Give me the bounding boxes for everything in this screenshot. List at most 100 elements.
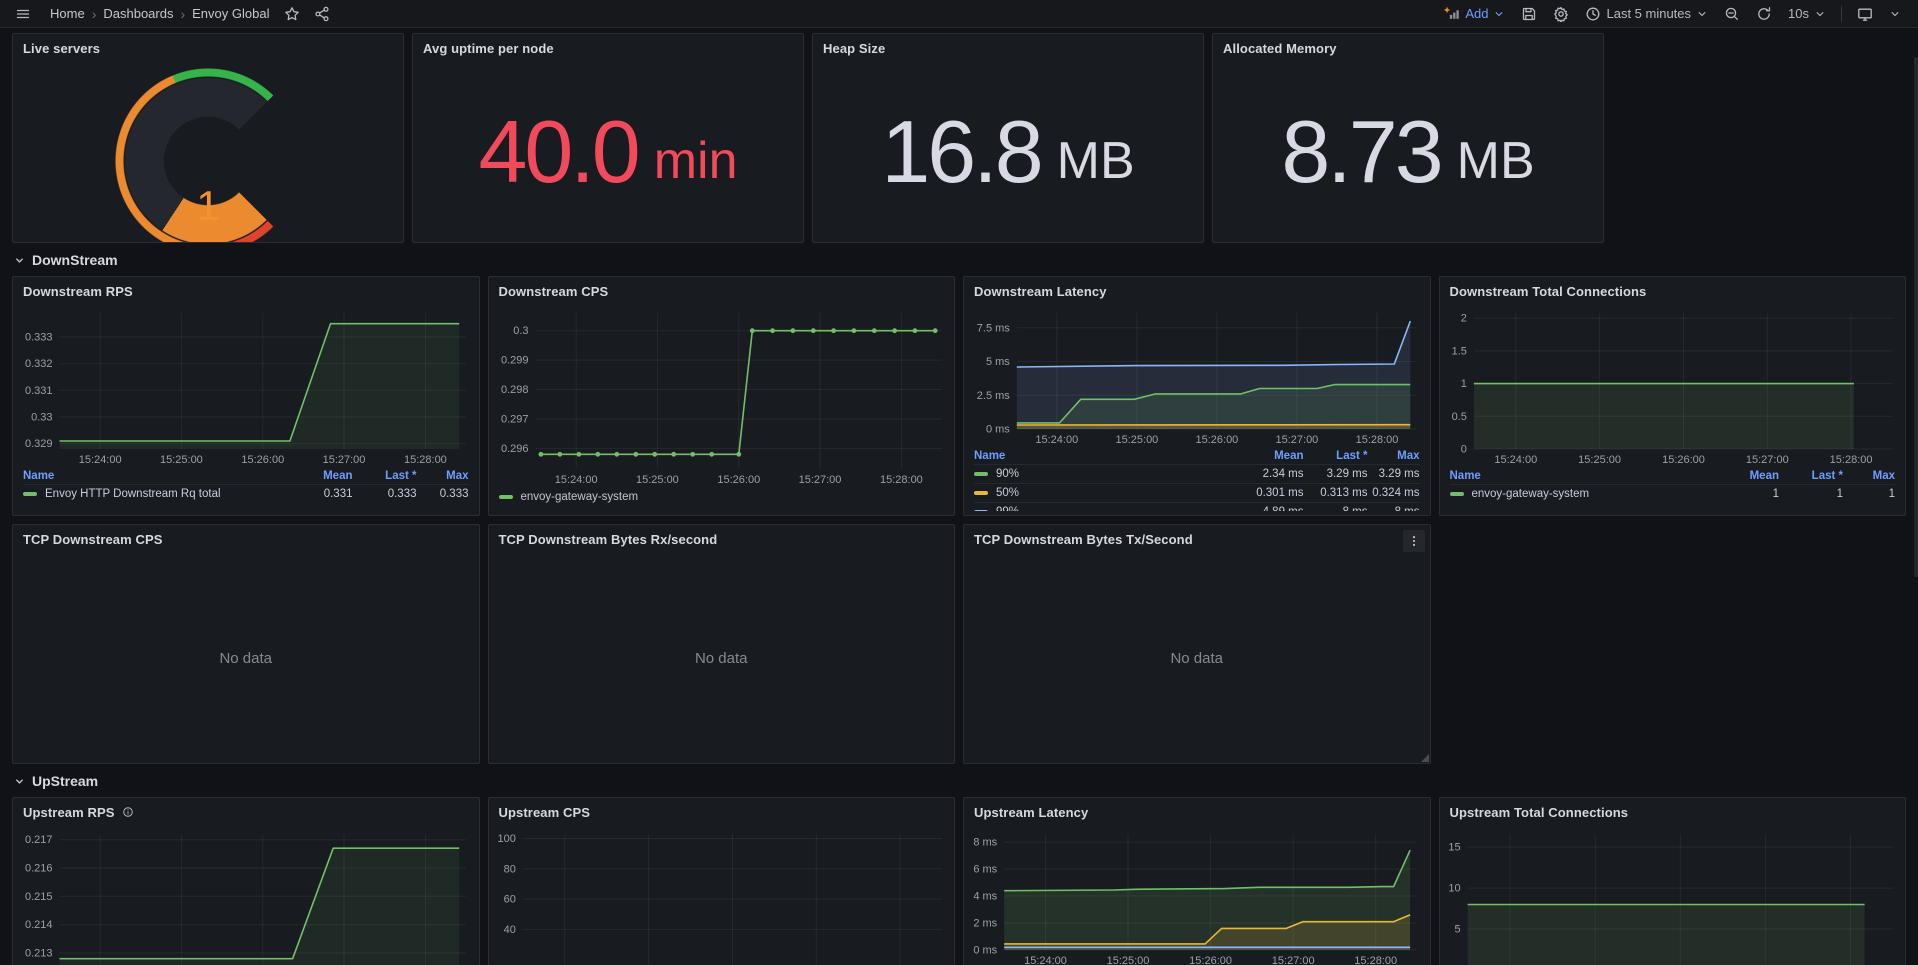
svg-text:15:26:00: 15:26:00 <box>717 474 760 486</box>
panel-downstream-rps: Downstream RPS 15:24:0015:25:0015:26:001… <box>12 276 480 516</box>
svg-text:15:25:00: 15:25:00 <box>1107 955 1150 965</box>
series-name[interactable]: envoy-gateway-system <box>1472 488 1590 500</box>
zoom-out-button[interactable] <box>1721 4 1743 24</box>
svg-text:7.5 ms: 7.5 ms <box>977 322 1011 334</box>
timeseries-chart[interactable]: 15:24:0015:25:0015:26:0015:27:0015:28:00… <box>1442 305 1904 467</box>
gear-icon <box>1553 6 1569 22</box>
svg-text:15:27:00: 15:27:00 <box>1745 454 1788 466</box>
svg-text:1.5: 1.5 <box>1451 345 1466 357</box>
panel-title[interactable]: Live servers <box>23 41 100 56</box>
page-scrollbar[interactable] <box>1914 57 1918 577</box>
timeseries-chart[interactable]: 15:24:0015:25:0015:26:0015:27:0015:28:00… <box>966 826 1428 965</box>
svg-text:15:24:00: 15:24:00 <box>79 454 122 466</box>
favorite-star-button[interactable] <box>281 4 303 24</box>
refresh-interval-picker[interactable]: 10s <box>1785 4 1829 23</box>
add-button[interactable]: Add <box>1441 4 1508 24</box>
time-range-picker[interactable]: Last 5 minutes <box>1582 4 1711 24</box>
panel-title[interactable]: Downstream Latency <box>974 284 1107 299</box>
collapse-nav-button[interactable] <box>1886 6 1904 22</box>
svg-text:15:28:00: 15:28:00 <box>1356 434 1399 446</box>
svg-text:10: 10 <box>1448 883 1460 895</box>
section-title: DownStream <box>32 252 118 268</box>
panel-menu-button[interactable] <box>1403 530 1425 552</box>
timeseries-chart[interactable]: 15:24:0015:25:0015:26:0015:27:0015:28:00… <box>966 305 1428 447</box>
panel-title[interactable]: Upstream CPS <box>499 805 591 820</box>
section-downstream[interactable]: DownStream <box>14 251 1906 269</box>
timeseries-chart[interactable]: 15:24:0015:25:0015:26:0015:27:0015:28:00… <box>491 826 953 965</box>
panel-resize-handle[interactable] <box>1421 754 1429 762</box>
chart-legend: NameMeanLast *Maxenvoy-gateway-system111 <box>1450 467 1896 511</box>
panel-title[interactable]: Upstream RPS <box>23 805 115 820</box>
save-dashboard-button[interactable] <box>1518 4 1540 24</box>
svg-text:15:25:00: 15:25:00 <box>635 474 678 486</box>
svg-text:15:26:00: 15:26:00 <box>1662 454 1705 466</box>
chart-legend: NameMeanLast *Max90%2.34 ms3.29 ms3.29 m… <box>974 447 1420 511</box>
share-button[interactable] <box>311 4 333 24</box>
svg-text:15:25:00: 15:25:00 <box>160 454 203 466</box>
svg-text:0.217: 0.217 <box>25 834 53 846</box>
svg-text:5 ms: 5 ms <box>986 356 1010 368</box>
timeseries-chart[interactable]: 15:24:0015:25:0015:26:0015:27:0015:28:00… <box>1442 826 1904 965</box>
series-name[interactable]: 90% <box>996 468 1019 480</box>
legend-row: envoy-gateway-system111 <box>1450 484 1896 503</box>
kebab-menu-icon <box>1407 534 1421 548</box>
svg-text:2 ms: 2 ms <box>973 918 997 930</box>
panel-title[interactable]: TCP Downstream Bytes Tx/Second <box>974 532 1193 547</box>
info-icon[interactable] <box>122 806 134 818</box>
chevron-down-icon <box>1696 8 1708 20</box>
add-button-label: Add <box>1465 6 1488 21</box>
stat-value: 16.8 <box>881 108 1040 196</box>
panel-title[interactable]: TCP Downstream CPS <box>23 532 163 547</box>
svg-text:0.331: 0.331 <box>25 385 53 397</box>
timeseries-chart[interactable]: 15:24:0015:25:0015:26:0015:27:0015:28:00… <box>491 305 953 487</box>
svg-text:15:24:00: 15:24:00 <box>1494 454 1537 466</box>
section-upstream[interactable]: UpStream <box>14 772 1906 790</box>
stat-value: 8.73 <box>1281 108 1440 196</box>
panel-title[interactable]: Avg uptime per node <box>423 41 554 56</box>
panel-upstream-cps: Upstream CPS 15:24:0015:25:0015:26:0015:… <box>488 797 956 965</box>
panel-downstream-cps: Downstream CPS 15:24:0015:25:0015:26:001… <box>488 276 956 516</box>
panel-title[interactable]: Heap Size <box>823 41 885 56</box>
timeseries-chart[interactable]: 15:24:0015:25:0015:26:0015:27:0015:28:00… <box>15 826 477 965</box>
panel-downstream-latency: Downstream Latency 15:24:0015:25:0015:26… <box>963 276 1431 516</box>
svg-text:6 ms: 6 ms <box>973 864 997 876</box>
svg-text:15:28:00: 15:28:00 <box>879 474 922 486</box>
panel-title[interactable]: Downstream Total Connections <box>1450 284 1647 299</box>
menu-toggle-button[interactable] <box>12 4 34 24</box>
svg-text:0 ms: 0 ms <box>973 945 997 957</box>
refresh-button[interactable] <box>1753 4 1775 24</box>
tv-mode-button[interactable] <box>1854 4 1876 24</box>
svg-text:15:28:00: 15:28:00 <box>1354 955 1397 965</box>
panel-title[interactable]: Upstream Total Connections <box>1450 805 1629 820</box>
series-name[interactable]: 99% <box>996 506 1019 511</box>
chevron-down-icon <box>14 255 25 266</box>
dashboard-settings-button[interactable] <box>1550 4 1572 24</box>
panel-title[interactable]: Upstream Latency <box>974 805 1088 820</box>
breadcrumb-dashboards[interactable]: Dashboards <box>103 6 173 21</box>
chevron-down-icon <box>1889 8 1901 20</box>
svg-text:0.297: 0.297 <box>500 414 528 426</box>
panel-title[interactable]: Allocated Memory <box>1223 41 1337 56</box>
clock-icon <box>1585 6 1601 22</box>
no-data-label: No data <box>219 650 272 667</box>
svg-text:15:28:00: 15:28:00 <box>1829 454 1872 466</box>
series-name[interactable]: 50% <box>996 487 1019 499</box>
svg-text:0.333: 0.333 <box>25 332 53 344</box>
panel-downstream-total-connections: Downstream Total Connections 15:24:00 15:… <box>1439 276 1907 516</box>
panel-title[interactable]: Downstream RPS <box>23 284 133 299</box>
panel-tcp-downstream-cps: TCP Downstream CPS No data <box>12 524 480 764</box>
svg-text:8 ms: 8 ms <box>973 837 997 849</box>
svg-text:15:26:00: 15:26:00 <box>1195 434 1238 446</box>
panel-title[interactable]: Downstream CPS <box>499 284 609 299</box>
svg-text:0.296: 0.296 <box>500 443 528 455</box>
series-name[interactable]: Envoy HTTP Downstream Rq total <box>45 488 221 500</box>
breadcrumb-current[interactable]: Envoy Global <box>192 6 269 21</box>
breadcrumb-home[interactable]: Home <box>50 6 85 21</box>
timeseries-chart[interactable]: 15:24:0015:25:0015:26:0015:27:0015:28:00… <box>15 305 477 467</box>
svg-text:2.5 ms: 2.5 ms <box>977 390 1011 402</box>
series-name[interactable]: envoy-gateway-system <box>521 491 639 503</box>
series-color-swatch <box>974 472 988 476</box>
svg-text:0.329: 0.329 <box>25 438 53 450</box>
panel-title[interactable]: TCP Downstream Bytes Rx/second <box>499 532 718 547</box>
svg-text:80: 80 <box>503 863 515 875</box>
